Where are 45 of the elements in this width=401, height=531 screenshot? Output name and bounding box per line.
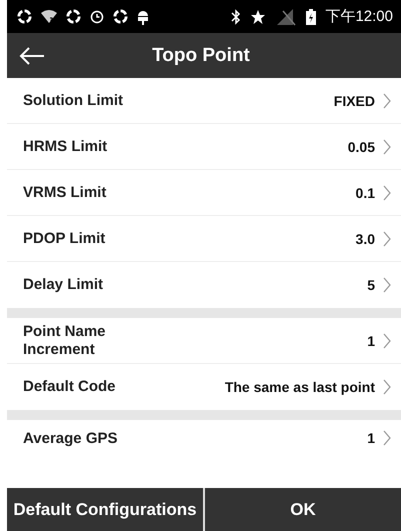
settings-row[interactable]: Delay Limit 5	[7, 262, 401, 308]
setting-label: Delay Limit	[23, 276, 104, 294]
setting-value: The same as last point	[224, 379, 375, 395]
chevron-right-icon	[383, 430, 391, 446]
setting-value: FIXED	[334, 92, 375, 108]
setting-value: 0.05	[348, 138, 375, 154]
settings-row[interactable]: Default Code The same as last point	[7, 364, 401, 410]
chevron-right-icon	[383, 184, 391, 200]
sync-icon	[113, 9, 128, 24]
setting-label: Default Code	[23, 378, 117, 396]
settings-row[interactable]: PDOP Limit 3.0	[7, 216, 401, 262]
settings-row[interactable]: Point Name Increment 1	[7, 318, 401, 364]
action-button[interactable]: OK	[205, 488, 401, 531]
setting-label: PDOP Limit	[23, 230, 106, 248]
back-arrow-icon	[19, 46, 45, 64]
signal-icon	[275, 8, 298, 26]
settings-row[interactable]: Solution Limit FIXED	[7, 78, 401, 124]
screen-title: Topo Point	[151, 44, 251, 66]
chevron-right-icon	[383, 379, 391, 395]
setting-label: Average GPS	[23, 430, 118, 448]
setting-value: 1	[367, 430, 375, 446]
settings-row[interactable]: VRMS Limit 0.1	[7, 170, 401, 216]
chevron-right-icon	[383, 277, 391, 293]
sync-icon	[66, 9, 81, 24]
settings-row[interactable]: Average GPS 1	[7, 420, 401, 448]
setting-value: 5	[367, 277, 375, 293]
status-time: 下午12:00	[325, 7, 393, 26]
clock-icon	[90, 10, 104, 24]
chevron-right-icon	[383, 92, 391, 108]
star-icon	[250, 8, 266, 24]
setting-label: VRMS Limit	[23, 184, 108, 202]
setting-label: Solution Limit	[23, 92, 124, 110]
setting-label: Point Name Increment	[23, 322, 107, 358]
battery-icon	[306, 8, 316, 24]
setting-value: 0.1	[356, 184, 375, 200]
chevron-right-icon	[383, 230, 391, 246]
setting-value: 3.0	[356, 230, 375, 246]
settings-row[interactable]: HRMS Limit 0.05	[7, 124, 401, 170]
chevron-right-icon	[383, 332, 391, 348]
chevron-right-icon	[383, 138, 391, 154]
sync-icon	[17, 9, 32, 24]
bluetooth-icon	[231, 8, 242, 24]
action-button[interactable]: Default Configurations	[7, 488, 203, 531]
setting-value: 1	[367, 332, 375, 348]
setting-label: HRMS Limit	[23, 138, 108, 156]
